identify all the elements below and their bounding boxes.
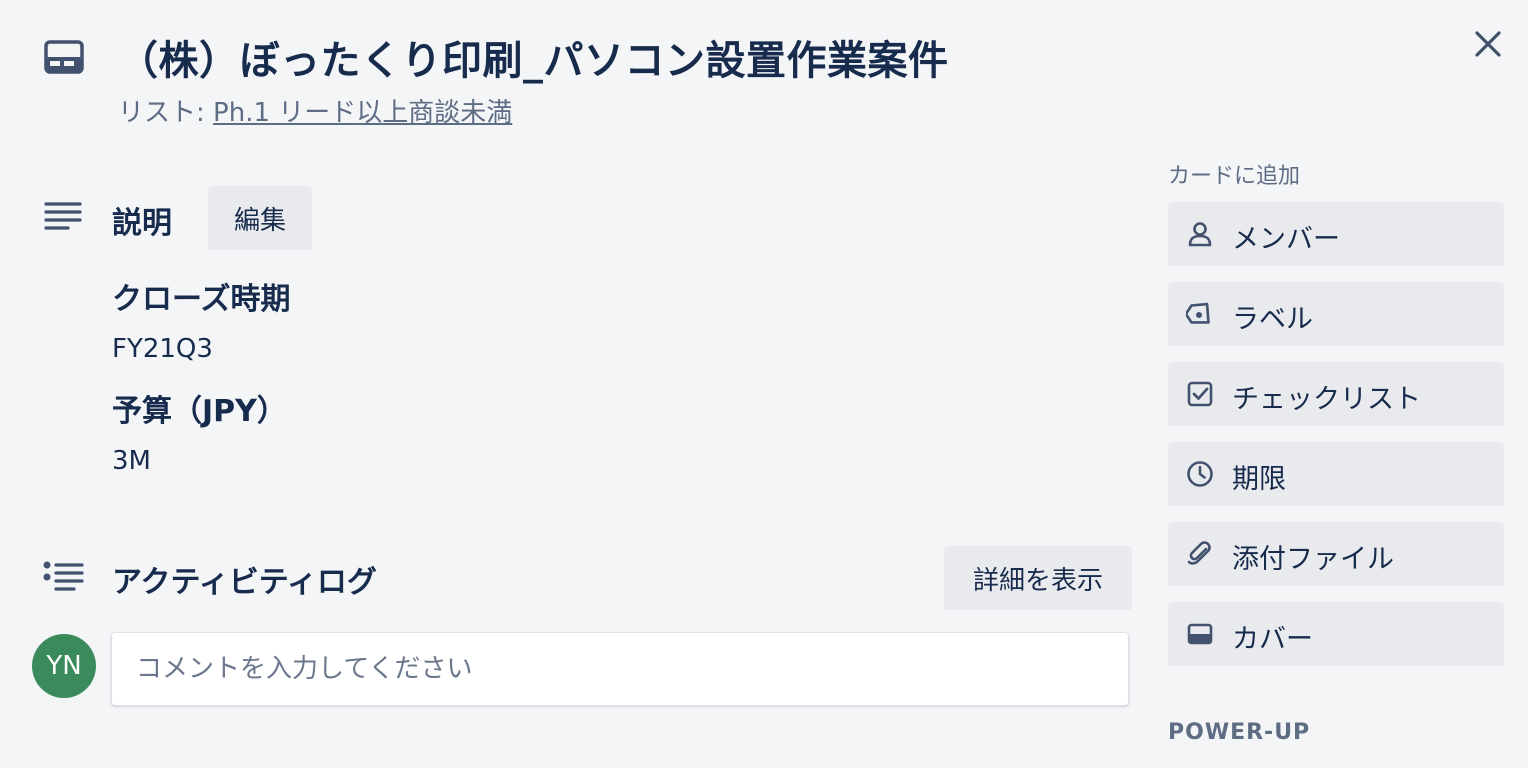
comment-input[interactable] [111, 632, 1129, 706]
close-date-label: クローズ時期 [112, 282, 291, 317]
members-label: メンバー [1232, 224, 1340, 255]
cover-button[interactable]: カバー [1168, 602, 1504, 666]
list-info: リスト: Ph.1 リード以上商談未満 [118, 92, 512, 129]
description-heading: 説明 [112, 206, 172, 241]
activity-icon [43, 561, 84, 591]
card-icon [44, 40, 84, 74]
card-cover-icon [1187, 623, 1213, 645]
close-icon[interactable] [1470, 26, 1506, 62]
avatar[interactable]: YN [32, 634, 96, 698]
members-button[interactable]: メンバー [1168, 202, 1504, 266]
attachment-label: 添付ファイル [1232, 544, 1394, 575]
paperclip-icon [1187, 541, 1211, 565]
due-date-button[interactable]: 期限 [1168, 442, 1504, 506]
checklist-label: チェックリスト [1232, 384, 1421, 415]
cover-label: カバー [1232, 624, 1313, 655]
list-prefix: リスト: [118, 98, 214, 128]
card-title[interactable]: （株）ぼったくり印刷_パソコン設置作業案件 [118, 28, 949, 86]
show-details-button[interactable]: 詳細を表示 [944, 546, 1132, 610]
labels-label: ラベル [1232, 304, 1313, 335]
due-date-label: 期限 [1232, 464, 1286, 495]
activity-heading: アクティビティログ [112, 565, 377, 600]
person-icon [1188, 222, 1212, 247]
checklist-button[interactable]: チェックリスト [1168, 362, 1504, 426]
clock-icon [1187, 461, 1213, 487]
budget-label: 予算（JPY） [112, 394, 287, 429]
edit-description-button[interactable]: 編集 [208, 186, 312, 250]
labels-button[interactable]: ラベル [1168, 282, 1504, 346]
add-to-card-heading: カードに追加 [1168, 164, 1301, 189]
description-icon [44, 202, 82, 230]
powerup-heading: POWER-UP [1168, 720, 1311, 745]
budget-value: 3M [112, 446, 151, 476]
close-date-value: FY21Q3 [112, 334, 213, 364]
checkbox-icon [1187, 381, 1213, 407]
attachment-button[interactable]: 添付ファイル [1168, 522, 1504, 586]
list-link[interactable]: Ph.1 リード以上商談未満 [213, 98, 512, 128]
tag-icon [1186, 302, 1210, 324]
